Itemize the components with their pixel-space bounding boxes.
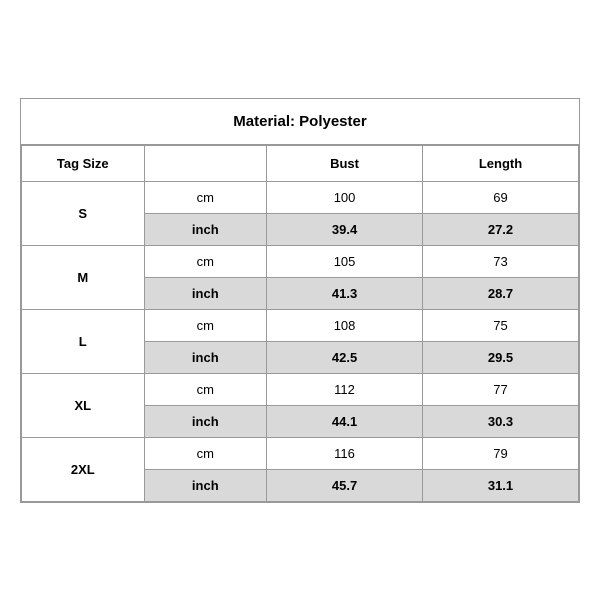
unit-cell: inch [144,405,267,437]
tag-size-cell: XL [22,373,145,437]
length-cell: 31.1 [423,469,579,501]
bust-cell: 108 [267,309,423,341]
bust-cell: 100 [267,181,423,213]
bust-cell: 39.4 [267,213,423,245]
bust-cell: 105 [267,245,423,277]
length-cell: 79 [423,437,579,469]
bust-cell: 116 [267,437,423,469]
table-row: XLcm11277 [22,373,579,405]
bust-cell: 41.3 [267,277,423,309]
tag-size-cell: L [22,309,145,373]
table-body: Scm10069inch39.427.2Mcm10573inch41.328.7… [22,181,579,501]
unit-cell: cm [144,181,267,213]
unit-cell: cm [144,245,267,277]
bust-cell: 44.1 [267,405,423,437]
length-cell: 28.7 [423,277,579,309]
header-tag-size: Tag Size [22,145,145,181]
table-row: Scm10069 [22,181,579,213]
table-row: 2XLcm11679 [22,437,579,469]
bust-cell: 112 [267,373,423,405]
unit-cell: cm [144,437,267,469]
header-unit [144,145,267,181]
size-chart: Material: Polyester Tag Size Bust Length… [20,98,580,503]
length-cell: 77 [423,373,579,405]
header-bust: Bust [267,145,423,181]
table-row: Mcm10573 [22,245,579,277]
bust-cell: 45.7 [267,469,423,501]
length-cell: 73 [423,245,579,277]
length-cell: 69 [423,181,579,213]
table-header-row: Tag Size Bust Length [22,145,579,181]
bust-cell: 42.5 [267,341,423,373]
length-cell: 29.5 [423,341,579,373]
header-length: Length [423,145,579,181]
unit-cell: inch [144,277,267,309]
length-cell: 75 [423,309,579,341]
size-table: Tag Size Bust Length Scm10069inch39.427.… [21,145,579,502]
unit-cell: inch [144,213,267,245]
length-cell: 30.3 [423,405,579,437]
tag-size-cell: S [22,181,145,245]
unit-cell: cm [144,309,267,341]
unit-cell: inch [144,341,267,373]
table-row: Lcm10875 [22,309,579,341]
tag-size-cell: M [22,245,145,309]
chart-title: Material: Polyester [21,99,579,145]
unit-cell: inch [144,469,267,501]
tag-size-cell: 2XL [22,437,145,501]
unit-cell: cm [144,373,267,405]
length-cell: 27.2 [423,213,579,245]
